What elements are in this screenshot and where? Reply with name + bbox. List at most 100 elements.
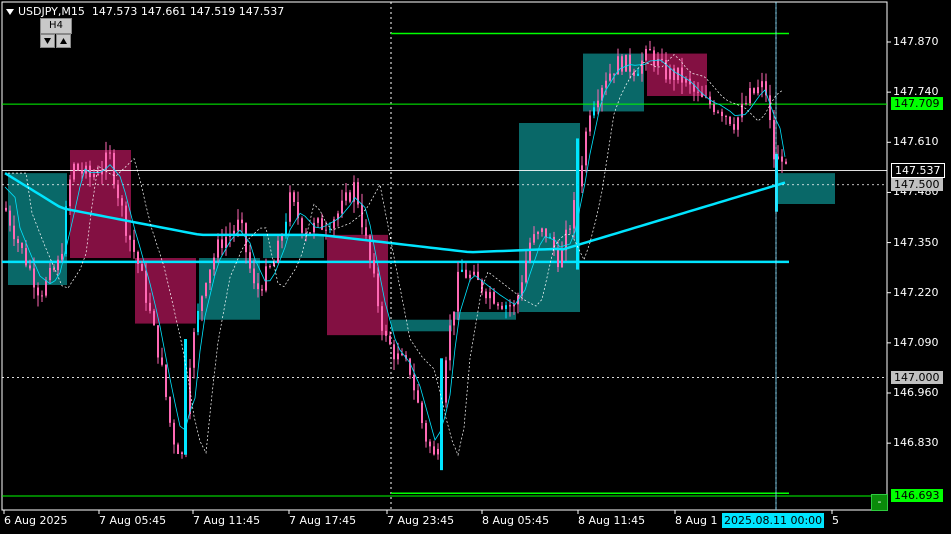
candle-body	[437, 448, 439, 455]
candle-body	[597, 100, 599, 108]
timeframe-down-button[interactable]	[40, 34, 55, 48]
candle-body	[545, 228, 547, 238]
plot-frame	[1, 1, 888, 511]
candle-body	[17, 239, 19, 244]
candle-body	[21, 243, 23, 249]
candle-body	[13, 225, 15, 240]
candle-body	[181, 452, 183, 455]
h4-box	[777, 173, 835, 205]
candle-body	[497, 303, 499, 306]
candle-body	[93, 174, 95, 178]
candle-body	[629, 54, 631, 72]
candle-body	[717, 111, 719, 113]
candle-body	[209, 269, 211, 284]
candle-body	[253, 268, 255, 284]
candle-body	[425, 423, 427, 442]
candle-body	[241, 219, 243, 224]
price-tag: 147.500	[891, 177, 943, 191]
candle-body	[649, 49, 651, 51]
candle-body	[177, 444, 179, 455]
candle-body	[45, 280, 47, 296]
candle-body	[381, 306, 383, 331]
symbol-label: USDJPY,M15	[18, 5, 85, 18]
candle-body	[745, 103, 747, 105]
candle-body	[533, 234, 535, 243]
candle-body	[157, 325, 159, 358]
candle-body	[97, 174, 99, 176]
candle-body	[37, 287, 39, 296]
candle-body	[697, 91, 699, 93]
candle-body	[573, 200, 575, 229]
candle-body	[165, 364, 167, 397]
candle-body	[289, 192, 291, 222]
candle-body	[153, 310, 155, 326]
candle-body	[781, 156, 783, 162]
candle-body	[373, 260, 375, 274]
chart-window[interactable]: USDJPY,M15 147.573 147.661 147.519 147.5…	[0, 0, 951, 534]
candle-body	[637, 73, 639, 76]
candle-body	[413, 374, 415, 391]
candle-body	[469, 274, 471, 278]
ohlc-readout: 147.573 147.661 147.519 147.537	[91, 5, 285, 18]
candle-body	[385, 330, 387, 336]
minus-button[interactable]: -	[871, 494, 888, 511]
candle-body	[193, 332, 195, 368]
candle-body-large	[440, 358, 443, 471]
candle-body	[145, 270, 147, 303]
price-tick-label: 147.610	[893, 135, 939, 149]
candle-body	[129, 235, 131, 240]
candle-body	[681, 67, 683, 83]
price-tick-label: 146.960	[893, 386, 939, 399]
timeframe-up-button[interactable]	[56, 34, 71, 48]
timeframe-button[interactable]: H4	[40, 18, 72, 34]
candle-body	[713, 104, 715, 113]
candle-body	[605, 80, 607, 88]
candle-body	[361, 204, 363, 228]
candle-body	[77, 163, 79, 171]
candle-body	[257, 283, 259, 290]
menu-triangle-icon[interactable]	[6, 9, 14, 15]
candle-body	[161, 357, 163, 365]
candle-body	[753, 88, 755, 94]
candle-body	[73, 163, 75, 180]
candle-body	[141, 264, 143, 271]
h4-box	[391, 319, 452, 332]
candle-body	[261, 289, 263, 291]
candle-body	[429, 441, 431, 447]
price-tick-label: 147.350	[893, 235, 939, 249]
candle-body	[757, 87, 759, 94]
candle-body	[117, 184, 119, 199]
time-tick-label: 8 Aug 05:45	[482, 514, 550, 527]
candle-body	[409, 358, 411, 375]
candle-body	[465, 269, 467, 278]
time-tick-label: 7 Aug 17:45	[289, 514, 357, 527]
candle-body	[365, 227, 367, 236]
price-tag: 147.000	[891, 370, 943, 384]
candle-body	[5, 207, 7, 211]
candle-body	[221, 239, 223, 248]
h4-box	[135, 258, 196, 324]
time-tick-label: 7 Aug 05:45	[99, 514, 167, 527]
candle-body	[725, 116, 727, 118]
candle-body	[761, 81, 763, 88]
candle-body	[457, 271, 459, 312]
candle-body	[345, 192, 347, 201]
candle-body	[393, 344, 395, 360]
candle-body	[137, 251, 139, 265]
candle-body	[57, 259, 59, 271]
candle-body	[529, 242, 531, 261]
candle-body	[585, 131, 587, 166]
candle-body-large	[775, 153, 778, 212]
candle-body	[377, 273, 379, 307]
candle-body	[321, 218, 323, 230]
price-chart[interactable]	[0, 0, 951, 534]
candle-body	[625, 54, 627, 72]
time-tick-label: 8 Aug 11:45	[578, 514, 646, 527]
h4-box	[455, 312, 516, 320]
time-tick-label: 8 Aug 1	[675, 514, 718, 527]
candle-body	[237, 219, 239, 231]
candle-body	[473, 271, 475, 275]
candle-body	[621, 56, 623, 72]
candle-body	[89, 165, 91, 178]
candle-body	[501, 305, 503, 309]
